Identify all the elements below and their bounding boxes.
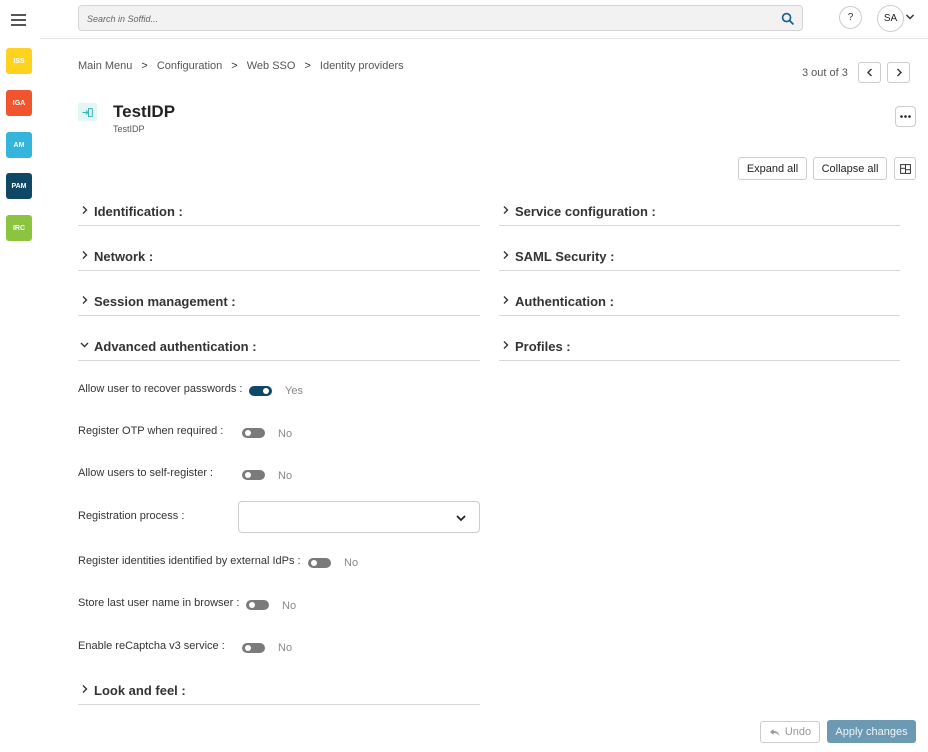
app-iga-label: IGA xyxy=(12,99,26,107)
field-label-recover-passwords: Allow user to recover passwords : xyxy=(78,383,243,395)
section-label: Advanced authentication : xyxy=(94,339,257,354)
store-user-name-toggle[interactable] xyxy=(246,600,269,610)
section-session-management[interactable]: Session management : xyxy=(78,290,480,316)
chevron-right-icon xyxy=(503,296,509,304)
external-idps-value: No xyxy=(344,557,359,569)
section-label: Look and feel : xyxy=(94,683,186,698)
field-label-register-otp: Register OTP when required : xyxy=(78,425,224,437)
app-rail: ISS IGA AM PAM IRC xyxy=(0,0,40,752)
recaptcha-value: No xyxy=(278,642,293,654)
more-options-button[interactable] xyxy=(895,106,916,127)
section-saml-security[interactable]: SAML Security : xyxy=(499,245,900,271)
field-label-store-user-name: Store last user name in browser : xyxy=(78,597,240,609)
register-otp-value: No xyxy=(278,428,293,440)
chevron-right-icon xyxy=(896,68,902,77)
breadcrumb-configuration[interactable]: Configuration xyxy=(157,60,222,72)
app-irc-button[interactable]: IRC xyxy=(6,215,32,241)
search-box xyxy=(78,5,803,31)
field-label-recaptcha: Enable reCaptcha v3 service : xyxy=(78,640,225,652)
section-identification[interactable]: Identification : xyxy=(78,200,480,226)
app-pam-label: PAM xyxy=(11,182,27,190)
field-label-registration-process: Registration process : xyxy=(78,510,185,522)
app-am-label: AM xyxy=(13,141,25,149)
menu-icon[interactable] xyxy=(11,14,26,26)
pager-status: 3 out of 3 xyxy=(802,67,848,79)
section-advanced-authentication[interactable]: Advanced authentication : xyxy=(78,335,480,361)
breadcrumb-separator: > xyxy=(231,60,238,72)
undo-button[interactable]: Undo xyxy=(760,721,820,743)
help-icon: ? xyxy=(847,12,854,23)
chevron-down-icon xyxy=(80,342,89,348)
top-bar: ? SA xyxy=(40,0,928,39)
undo-icon xyxy=(769,728,780,736)
app-irc-label: IRC xyxy=(12,224,26,232)
section-label: SAML Security : xyxy=(515,249,615,264)
recover-passwords-value: Yes xyxy=(285,385,303,397)
chevron-right-icon xyxy=(82,685,88,693)
section-label: Service configuration : xyxy=(515,204,656,219)
self-register-toggle[interactable] xyxy=(242,470,265,480)
chevron-left-icon xyxy=(866,68,872,77)
section-profiles[interactable]: Profiles : xyxy=(499,335,900,361)
breadcrumb-identity-providers[interactable]: Identity providers xyxy=(320,60,404,72)
app-iss-button[interactable]: ISS xyxy=(6,48,32,74)
chevron-right-icon xyxy=(82,251,88,259)
section-label: Authentication : xyxy=(515,294,614,309)
layout-icon xyxy=(899,163,911,174)
expand-all-button[interactable]: Expand all xyxy=(738,157,807,180)
section-label: Network : xyxy=(94,249,154,264)
self-register-value: No xyxy=(278,470,293,482)
chevron-down-icon[interactable] xyxy=(905,12,915,22)
search-input[interactable] xyxy=(87,11,767,27)
chevron-down-icon xyxy=(456,515,466,522)
more-icon xyxy=(900,115,911,118)
app-iss-label: ISS xyxy=(13,57,25,65)
breadcrumb-main-menu[interactable]: Main Menu xyxy=(78,60,132,72)
section-network[interactable]: Network : xyxy=(78,245,480,271)
breadcrumb-separator: > xyxy=(141,60,148,72)
breadcrumb: Main Menu > Configuration > Web SSO > Id… xyxy=(78,60,404,72)
chevron-right-icon xyxy=(503,251,509,259)
user-initials: SA xyxy=(883,13,898,24)
registration-process-select[interactable] xyxy=(238,501,480,533)
page-subtitle: TestIDP xyxy=(113,124,145,134)
field-label-external-idps: Register identities identified by extern… xyxy=(78,555,301,567)
chevron-right-icon xyxy=(503,341,509,349)
breadcrumb-separator: > xyxy=(304,60,311,72)
user-avatar[interactable]: SA xyxy=(877,5,904,32)
section-look-and-feel[interactable]: Look and feel : xyxy=(78,679,480,705)
previous-record-button[interactable] xyxy=(858,62,881,83)
search-icon[interactable] xyxy=(781,12,794,25)
field-label-self-register: Allow users to self-register : xyxy=(78,467,214,479)
chevron-right-icon xyxy=(503,206,509,214)
undo-label: Undo xyxy=(784,726,812,738)
register-otp-toggle[interactable] xyxy=(242,428,265,438)
page-title: TestIDP xyxy=(113,102,176,121)
app-pam-button[interactable]: PAM xyxy=(6,173,32,199)
help-button[interactable]: ? xyxy=(839,6,862,29)
app-am-button[interactable]: AM xyxy=(6,132,32,158)
section-label: Profiles : xyxy=(515,339,571,354)
section-label: Session management : xyxy=(94,294,236,309)
layout-toggle-button[interactable] xyxy=(894,157,916,180)
chevron-right-icon xyxy=(82,206,88,214)
section-label: Identification : xyxy=(94,204,183,219)
store-user-name-value: No xyxy=(282,600,297,612)
section-service-configuration[interactable]: Service configuration : xyxy=(499,200,900,226)
collapse-all-button[interactable]: Collapse all xyxy=(813,157,887,180)
external-idps-toggle[interactable] xyxy=(308,558,331,568)
chevron-right-icon xyxy=(82,296,88,304)
section-authentication[interactable]: Authentication : xyxy=(499,290,900,316)
app-iga-button[interactable]: IGA xyxy=(6,90,32,116)
next-record-button[interactable] xyxy=(887,62,910,83)
breadcrumb-web-sso[interactable]: Web SSO xyxy=(247,60,296,72)
recaptcha-toggle[interactable] xyxy=(242,643,265,653)
identity-provider-icon xyxy=(78,103,97,121)
recover-passwords-toggle[interactable] xyxy=(249,386,272,396)
apply-changes-button[interactable]: Apply changes xyxy=(827,720,916,743)
